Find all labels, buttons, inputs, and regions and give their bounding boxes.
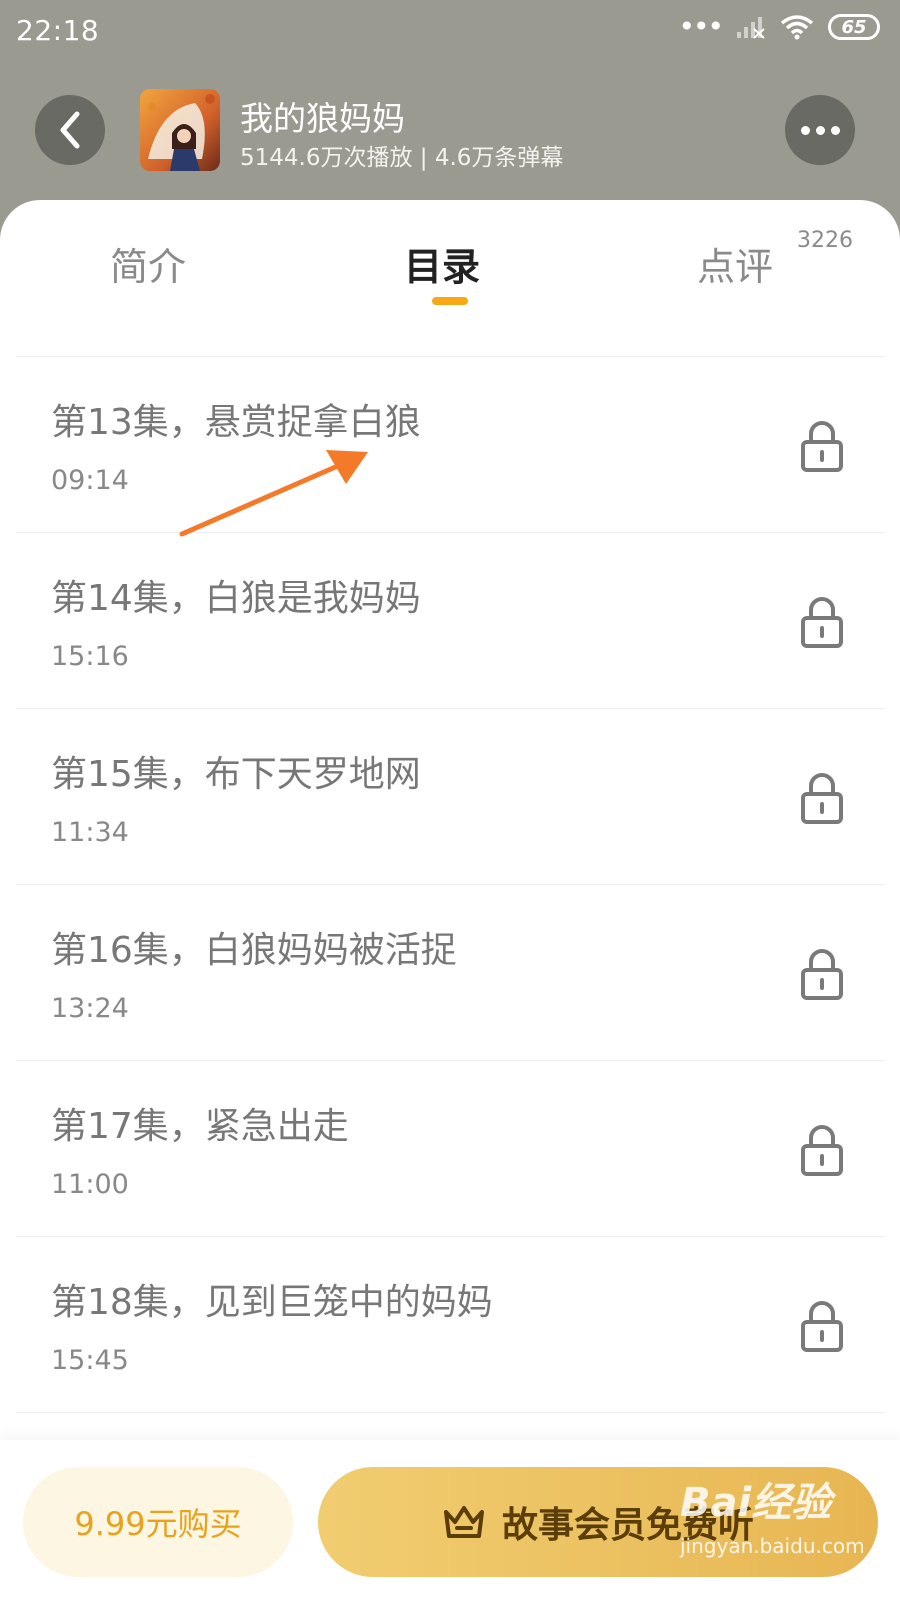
lock-icon xyxy=(801,597,843,648)
episode-duration: 09:14 xyxy=(51,465,129,496)
back-button[interactable] xyxy=(35,95,105,165)
album-cover[interactable] xyxy=(140,89,220,171)
list-divider xyxy=(16,1412,884,1413)
crown-icon xyxy=(443,1506,484,1538)
episode-title: 第17集，紧急出走 xyxy=(51,1106,349,1147)
episode-title: 第16集，白狼妈妈被活捉 xyxy=(51,930,457,971)
buy-button[interactable]: 9.99元购买 xyxy=(23,1467,293,1577)
more-button[interactable] xyxy=(785,95,855,165)
episode-item[interactable]: 第14集，白狼是我妈妈 15:16 xyxy=(16,532,884,708)
episode-title: 第18集，见到巨笼中的妈妈 xyxy=(51,1282,493,1323)
chevron-left-icon xyxy=(60,111,80,149)
tab-bar: 简介 目录 点评 3226 xyxy=(0,200,900,320)
status-icons: ••• 65 xyxy=(678,10,880,43)
more-dots-icon: ••• xyxy=(678,10,724,43)
album-title: 我的狼妈妈 xyxy=(240,99,405,138)
episode-item[interactable]: 第17集，紧急出走 11:00 xyxy=(16,1060,884,1236)
episode-title: 第14集，白狼是我妈妈 xyxy=(51,578,421,619)
lock-icon xyxy=(801,1125,843,1176)
lock-icon xyxy=(801,949,843,1000)
signal-icon xyxy=(737,17,765,39)
tab-catalog[interactable]: 目录 xyxy=(404,236,480,291)
episode-duration: 11:34 xyxy=(51,817,129,848)
wifi-icon xyxy=(780,15,814,40)
episode-duration: 11:00 xyxy=(51,1169,129,1200)
episode-duration: 13:24 xyxy=(51,993,129,1024)
lock-icon xyxy=(801,1301,843,1352)
active-tab-indicator xyxy=(432,297,468,305)
watermark-main: Bai经验 xyxy=(680,1480,832,1526)
tab-reviews[interactable]: 点评 xyxy=(697,236,773,291)
lock-icon xyxy=(801,421,843,472)
episode-item[interactable]: 第18集，见到巨笼中的妈妈 15:45 xyxy=(16,1236,884,1412)
episode-title: 第13集，悬赏捉拿白狼 xyxy=(51,402,421,443)
status-time: 22:18 xyxy=(16,14,100,47)
episode-duration: 15:16 xyxy=(51,641,129,672)
episode-list: 第13集，悬赏捉拿白狼 09:14 第14集，白狼是我妈妈 15:16 第15集… xyxy=(16,356,884,1413)
status-bar: 22:18 ••• 65 xyxy=(0,0,900,62)
reviews-count-badge: 3226 xyxy=(797,228,853,253)
episode-duration: 15:45 xyxy=(51,1345,129,1376)
episode-item[interactable]: 第16集，白狼妈妈被活捉 13:24 xyxy=(16,884,884,1060)
tab-intro[interactable]: 简介 xyxy=(110,236,186,291)
more-horizontal-icon xyxy=(800,125,810,135)
bottom-action-bar: 9.99元购买 故事会员免费听 Bai经验 jingyan.baidu.com xyxy=(0,1440,900,1600)
episode-item[interactable]: 第15集，布下天罗地网 11:34 xyxy=(16,708,884,884)
album-stats: 5144.6万次播放 | 4.6万条弹幕 xyxy=(240,145,564,171)
album-header: 我的狼妈妈 5144.6万次播放 | 4.6万条弹幕 xyxy=(0,62,900,200)
content-card: 简介 目录 点评 3226 第13集，悬赏捉拿白狼 09:14 第14集，白狼是… xyxy=(0,200,900,1600)
watermark-sub: jingyan.baidu.com xyxy=(680,1534,865,1558)
episode-item[interactable]: 第13集，悬赏捉拿白狼 09:14 xyxy=(16,356,884,532)
episode-title: 第15集，布下天罗地网 xyxy=(51,754,421,795)
battery-level: 65 xyxy=(841,16,867,38)
baidu-watermark: Bai经验 jingyan.baidu.com xyxy=(680,1470,880,1580)
battery-icon: 65 xyxy=(828,14,880,40)
lock-icon xyxy=(801,773,843,824)
